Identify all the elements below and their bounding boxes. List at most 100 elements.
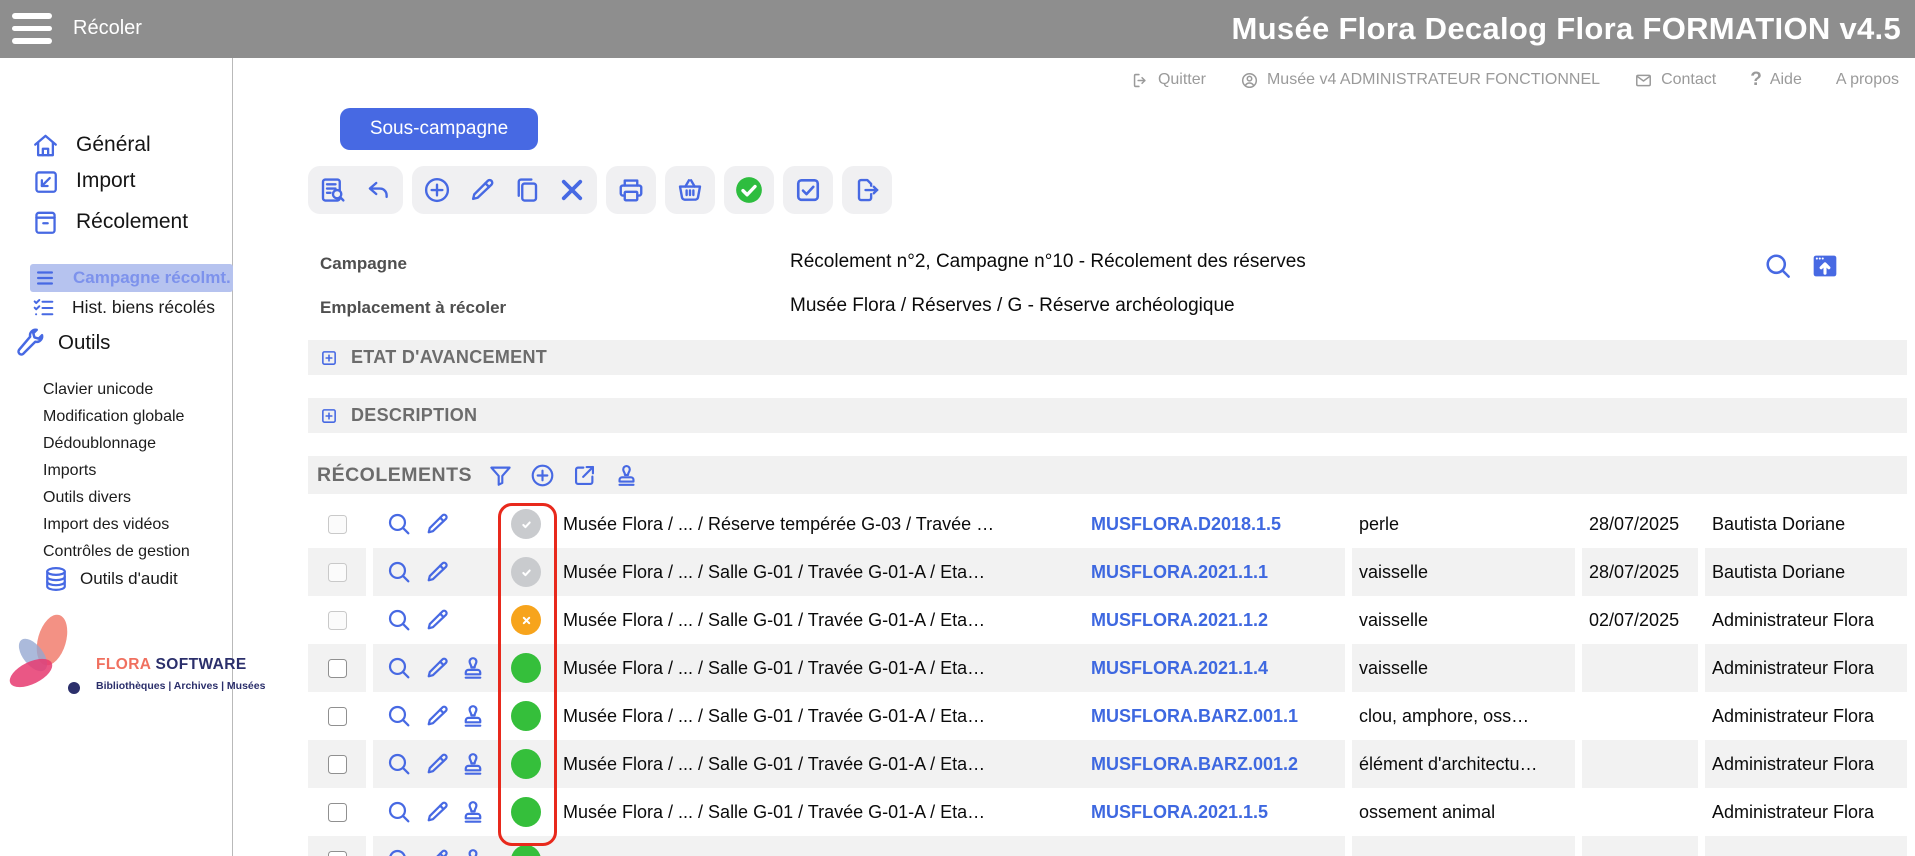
contact-label: Contact xyxy=(1661,71,1716,89)
row-checkbox[interactable] xyxy=(328,707,347,726)
section-description[interactable]: DESCRIPTION xyxy=(308,398,1907,433)
sidebar-item-outils-audit[interactable]: Outils d'audit xyxy=(42,564,178,594)
sidebar-item-campagne-recolement-active[interactable]: Campagne récolmt. xyxy=(30,264,233,292)
sidebar-item-hist-biens-recoles[interactable]: Hist. biens récolés xyxy=(31,293,215,321)
edit-button[interactable] xyxy=(465,173,499,207)
add-recolement-icon[interactable] xyxy=(529,462,556,489)
row-view-button[interactable] xyxy=(385,846,413,856)
designation-cell: vaisselle xyxy=(1352,548,1575,596)
open-window-button[interactable] xyxy=(1809,250,1841,282)
row-checkbox[interactable] xyxy=(328,563,347,582)
copy-icon xyxy=(512,175,542,205)
expand-plus-icon[interactable] xyxy=(320,407,338,425)
sidebar-item-general[interactable]: Général xyxy=(31,128,151,162)
user-menu[interactable]: Musée v4 ADMINISTRATEUR FONCTIONNEL xyxy=(1240,71,1600,90)
row-object-number-link[interactable]: MUSFLORA.BARZ.001.2 xyxy=(1091,754,1298,775)
brand-tagline: Bibliothèques | Archives | Musées xyxy=(96,680,265,692)
row-checkbox[interactable] xyxy=(328,803,347,822)
row-stamp-icon[interactable] xyxy=(459,702,487,730)
sidebar-tool-item[interactable]: Dédoublonnage xyxy=(43,430,190,457)
tab-sous-campagne[interactable]: Sous-campagne xyxy=(340,108,538,150)
sidebar-tool-item[interactable]: Outils divers xyxy=(43,484,190,511)
row-edit-button[interactable] xyxy=(423,606,451,634)
toolbar-group-export xyxy=(842,166,892,214)
row-edit-button[interactable] xyxy=(423,654,451,682)
row-object-number-link[interactable]: MUSFLORA.2021.1.4 xyxy=(1091,658,1268,679)
row-checkbox[interactable] xyxy=(328,659,347,678)
row-object-number-link[interactable]: MUSFLORA.D2018.1.5 xyxy=(1091,514,1281,535)
row-checkbox[interactable] xyxy=(328,515,347,534)
row-view-button[interactable] xyxy=(385,654,413,682)
toolbar-group-basket xyxy=(665,166,715,214)
row-edit-button[interactable] xyxy=(423,798,451,826)
quitter-link[interactable]: Quitter xyxy=(1131,71,1206,90)
row-edit-button[interactable] xyxy=(423,846,451,856)
copy-button[interactable] xyxy=(510,173,544,207)
date-cell: 28/07/2025 xyxy=(1582,500,1698,548)
row-agent: Administrateur Flora xyxy=(1705,706,1874,727)
add-button[interactable] xyxy=(420,173,454,207)
row-checkbox[interactable] xyxy=(328,755,347,774)
apropos-label: A propos xyxy=(1836,71,1899,89)
titlebar: Récoler Musée Flora Decalog Flora FORMAT… xyxy=(0,0,1915,58)
row-view-button[interactable] xyxy=(385,510,413,538)
sidebar-tool-item[interactable]: Clavier unicode xyxy=(43,376,190,403)
section-label: ETAT D'AVANCEMENT xyxy=(351,347,547,368)
sidebar-item-recolement[interactable]: Récolement xyxy=(31,205,188,239)
row-view-button[interactable] xyxy=(385,702,413,730)
toolbar-group-print xyxy=(606,166,656,214)
undo-button[interactable] xyxy=(361,173,395,207)
row-stamp-icon[interactable] xyxy=(459,798,487,826)
hamburger-menu-icon[interactable] xyxy=(12,13,52,44)
basket-button[interactable] xyxy=(673,173,707,207)
row-object-number-link[interactable]: MUSFLORA.2021.1.1 xyxy=(1091,562,1268,583)
delete-button[interactable] xyxy=(555,173,589,207)
row-edit-button[interactable] xyxy=(423,750,451,778)
agent-cell: Administrateur Flora xyxy=(1705,596,1907,644)
row-agent: Administrateur Flora xyxy=(1705,754,1874,775)
row-checkbox[interactable] xyxy=(328,851,347,856)
row-object-number-link[interactable]: MUSFLORA.BARZ.001.1 xyxy=(1091,706,1298,727)
select-button[interactable] xyxy=(791,173,825,207)
sidebar-tool-item[interactable]: Contrôles de gestion xyxy=(43,538,190,565)
row-designation: vaisselle xyxy=(1352,658,1428,679)
search-button[interactable] xyxy=(1762,250,1794,282)
outils-label: Outils xyxy=(58,331,110,355)
external-link-icon[interactable] xyxy=(571,462,598,489)
sidebar-item-outils[interactable]: Outils xyxy=(12,326,110,360)
row-checkbox[interactable] xyxy=(328,611,347,630)
mail-icon xyxy=(1634,71,1653,90)
expand-plus-icon[interactable] xyxy=(320,349,338,367)
date-cell xyxy=(1582,644,1698,692)
section-etat-avancement[interactable]: ETAT D'AVANCEMENT xyxy=(308,340,1907,375)
module-title: Récoler xyxy=(73,17,142,40)
home-icon xyxy=(31,131,60,160)
aide-link[interactable]: ? Aide xyxy=(1750,69,1802,91)
row-edit-button[interactable] xyxy=(423,702,451,730)
row-view-button[interactable] xyxy=(385,558,413,586)
row-edit-button[interactable] xyxy=(423,558,451,586)
sidebar-tool-item[interactable]: Imports xyxy=(43,457,190,484)
list-search-button[interactable] xyxy=(316,173,350,207)
row-object-number-link[interactable]: MUSFLORA.2021.1.2 xyxy=(1091,610,1268,631)
print-button[interactable] xyxy=(614,173,648,207)
sidebar-item-import[interactable]: Import xyxy=(31,164,136,198)
export-button[interactable] xyxy=(850,173,884,207)
row-edit-button[interactable] xyxy=(423,510,451,538)
status-icon xyxy=(511,845,541,856)
contact-link[interactable]: Contact xyxy=(1634,71,1716,90)
sidebar-tool-item[interactable]: Import des vidéos xyxy=(43,511,190,538)
stamp-all-icon[interactable] xyxy=(613,462,640,489)
filter-funnel-icon[interactable] xyxy=(487,462,514,489)
sidebar-tool-item[interactable]: Modification globale xyxy=(43,403,190,430)
apropos-link[interactable]: A propos xyxy=(1836,71,1899,89)
row-view-button[interactable] xyxy=(385,798,413,826)
row-view-button[interactable] xyxy=(385,606,413,634)
row-view-button[interactable] xyxy=(385,750,413,778)
row-stamp-icon[interactable] xyxy=(459,846,487,856)
validate-button[interactable] xyxy=(732,173,766,207)
row-agent: Bautista Doriane xyxy=(1705,562,1845,583)
row-stamp-icon[interactable] xyxy=(459,750,487,778)
row-object-number-link[interactable]: MUSFLORA.2021.1.5 xyxy=(1091,802,1268,823)
row-stamp-icon[interactable] xyxy=(459,654,487,682)
